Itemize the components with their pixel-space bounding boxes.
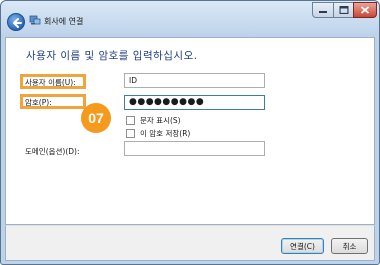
- page-heading: 사용자 이름 및 암호를 입력하십시오.: [26, 50, 198, 62]
- dialog-window: 회사에 연결 사용자 이름 및 암호를 입력하십시오. 사용자 이름(U): I…: [0, 0, 380, 265]
- domain-label: 도메인(옵션)(D):: [25, 147, 80, 156]
- remember-password-checkbox[interactable]: [126, 129, 135, 138]
- step-badge: 07: [81, 103, 111, 133]
- dialog-content: 사용자 이름 및 암호를 입력하십시오. 사용자 이름(U): ID 암호(P)…: [5, 37, 375, 225]
- button-bar: 연결(C) 취소: [5, 225, 375, 261]
- password-label: 암호(P):: [25, 98, 52, 107]
- close-button[interactable]: [353, 2, 377, 18]
- password-field[interactable]: ●●●●●●●●●: [124, 95, 265, 110]
- show-characters-label: 문자 표시(S): [140, 116, 181, 125]
- show-characters-checkbox[interactable]: [126, 116, 135, 125]
- minimize-button[interactable]: [312, 2, 334, 18]
- cancel-button[interactable]: 취소: [331, 238, 368, 254]
- title-bar: 회사에 연결: [1, 1, 379, 37]
- maximize-button[interactable]: [333, 2, 354, 18]
- window-title: 회사에 연결: [44, 17, 84, 26]
- domain-field[interactable]: [124, 141, 265, 156]
- back-button[interactable]: [7, 13, 25, 31]
- username-field[interactable]: ID: [124, 73, 265, 88]
- network-icon: [29, 15, 41, 25]
- back-arrow-icon: [13, 18, 22, 28]
- minimize-icon: [319, 11, 327, 13]
- close-icon: [360, 6, 370, 14]
- remember-password-row[interactable]: 이 암호 저장(R): [126, 128, 190, 139]
- username-label: 사용자 이름(U):: [25, 78, 76, 87]
- connect-button[interactable]: 연결(C): [281, 238, 324, 254]
- remember-password-label: 이 암호 저장(R): [140, 129, 191, 138]
- maximize-icon: [339, 6, 348, 14]
- show-characters-row[interactable]: 문자 표시(S): [126, 115, 181, 126]
